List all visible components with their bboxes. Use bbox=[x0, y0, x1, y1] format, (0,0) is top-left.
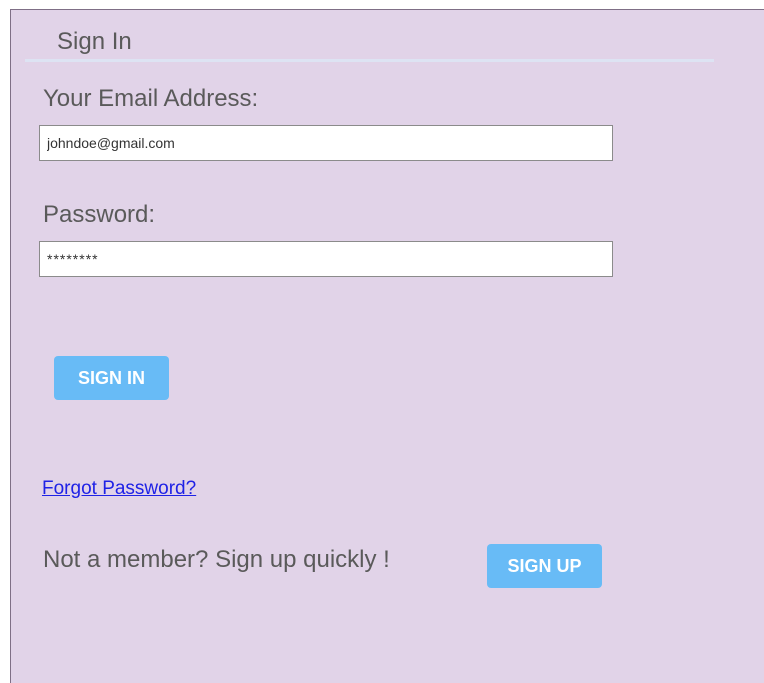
panel-title: Sign In bbox=[57, 28, 132, 55]
email-field[interactable] bbox=[39, 125, 613, 161]
email-label: Your Email Address: bbox=[43, 85, 259, 112]
sign-up-button[interactable]: SIGN UP bbox=[487, 544, 602, 588]
password-field[interactable] bbox=[39, 241, 613, 277]
title-divider bbox=[25, 59, 714, 62]
password-label: Password: bbox=[43, 201, 156, 228]
member-prompt: Not a member? Sign up quickly ! bbox=[43, 546, 390, 573]
signin-panel: Sign In Your Email Address: Password: SI… bbox=[10, 9, 764, 683]
sign-in-button[interactable]: SIGN IN bbox=[54, 356, 169, 400]
forgot-password-link[interactable]: Forgot Password? bbox=[42, 478, 196, 500]
